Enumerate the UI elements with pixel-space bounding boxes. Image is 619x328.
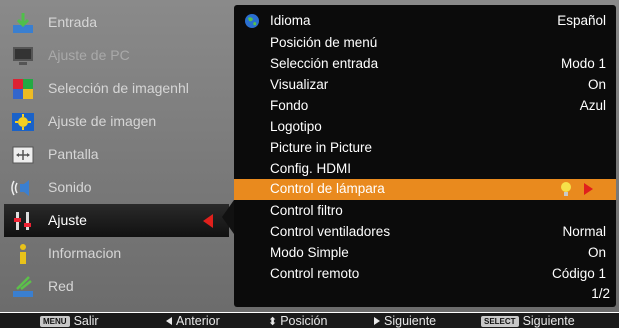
menu-row-idioma[interactable]: Idioma Español (234, 11, 616, 32)
menu-row-visualizar[interactable]: Visualizar On (234, 75, 616, 96)
row-label: Logotipo (270, 119, 322, 134)
menu-row-modo-simple[interactable]: Modo Simple On (234, 243, 616, 264)
sidebar-item-ajuste[interactable]: Ajuste (4, 204, 229, 237)
menu-row-posicion-de-menu[interactable]: Posición de menú (234, 33, 616, 54)
row-value: Código 1 (551, 266, 606, 281)
sidebar-item-seleccion-de-imagen[interactable]: Selección de imagenhl (4, 72, 229, 105)
row-value: On (587, 245, 606, 260)
row-label: Control de lámpara (270, 181, 385, 196)
row-value: Español (557, 13, 606, 28)
row-value: Azul (579, 98, 606, 113)
globe-icon (244, 13, 260, 29)
row-label: Control ventiladores (270, 224, 391, 239)
page-indicator: 1/2 (591, 286, 610, 301)
sidebar-item-ajuste-de-imagen[interactable]: Ajuste de imagen (4, 105, 229, 138)
panel-pointer (222, 200, 234, 234)
footer-menu-exit: MENU Salir (40, 314, 99, 328)
footer-select-label: Siguiente (522, 314, 575, 328)
sound-icon (10, 175, 36, 201)
footer-select: SELECT Siguiente (481, 314, 575, 328)
sidebar-item-label: Red (48, 278, 74, 294)
footer-next-label: Siguiente (384, 314, 437, 328)
row-value: Modo 1 (560, 56, 606, 71)
menu-row-config-hdmi[interactable]: Config. HDMI (234, 159, 616, 180)
image-adjust-icon (10, 109, 36, 135)
sidebar-item-label: Ajuste de imagen (48, 113, 157, 129)
footer-next: Siguiente (374, 314, 436, 328)
image-select-icon (10, 76, 36, 102)
settings-panel: Idioma Español Posición de menú Selecció… (234, 5, 616, 307)
row-label: Posición de menú (270, 35, 378, 50)
menu-row-picture-in-picture[interactable]: Picture in Picture (234, 138, 616, 159)
sidebar-item-label: Pantalla (48, 146, 99, 162)
menu-row-control-ventiladores[interactable]: Control ventiladores Normal (234, 222, 616, 243)
menu-row-seleccion-entrada[interactable]: Selección entrada Modo 1 (234, 54, 616, 75)
row-label: Control filtro (270, 203, 343, 218)
row-label: Visualizar (270, 77, 329, 92)
setting-icon (10, 208, 36, 234)
sidebar-item-red[interactable]: Red (4, 270, 229, 303)
menu-row-fondo[interactable]: Fondo Azul (234, 96, 616, 117)
footer-help-bar: MENU Salir Anterior ⬍ Posición Siguiente… (0, 313, 619, 328)
sidebar-item-label: Entrada (48, 14, 98, 30)
network-icon (10, 274, 36, 300)
row-label: Picture in Picture (270, 140, 373, 155)
menu-row-logotipo[interactable]: Logotipo (234, 117, 616, 138)
row-label: Control remoto (270, 266, 360, 281)
osd-menu: Entrada Ajuste de PC Selección de imagen… (0, 0, 619, 312)
sidebar-item-entrada[interactable]: Entrada (4, 6, 229, 39)
input-icon (10, 10, 36, 36)
menu-row-control-remoto[interactable]: Control remoto Código 1 (234, 264, 616, 285)
sidebar-item-informacion[interactable]: Informacion (4, 237, 229, 270)
sidebar-item-ajuste-de-pc[interactable]: Ajuste de PC (4, 39, 229, 72)
sidebar: Entrada Ajuste de PC Selección de imagen… (4, 4, 229, 308)
select-key-icon: SELECT (481, 315, 519, 327)
information-icon (10, 241, 36, 267)
footer-prev: Anterior (166, 314, 220, 328)
arrow-updown-icon: ⬍ (268, 315, 278, 328)
screen-icon (10, 142, 36, 168)
pc-adjust-icon (10, 43, 36, 69)
sidebar-item-sonido[interactable]: Sonido (4, 171, 229, 204)
footer-position-label: Posición (280, 314, 328, 328)
sidebar-item-label: Ajuste de PC (48, 47, 130, 63)
menu-row-control-filtro[interactable]: Control filtro (234, 201, 616, 222)
lamp-bulb-icon (559, 181, 573, 198)
sidebar-item-label: Ajuste (48, 212, 87, 228)
sidebar-item-label: Selección de imagenhl (48, 80, 189, 96)
row-value: On (587, 77, 606, 92)
row-label: Idioma (270, 13, 311, 28)
row-label: Config. HDMI (270, 161, 352, 176)
row-label: Fondo (270, 98, 309, 113)
row-label: Modo Simple (270, 245, 349, 260)
menu-key-icon: MENU (40, 315, 70, 327)
row-value: Normal (562, 224, 606, 239)
footer-position: ⬍ Posición (268, 314, 327, 328)
sidebar-item-label: Informacion (48, 245, 122, 261)
arrow-right-icon (374, 317, 380, 325)
submenu-arrow-icon (584, 183, 593, 195)
selected-arrow-icon (203, 214, 213, 228)
footer-exit-label: Salir (73, 314, 99, 328)
sidebar-item-label: Sonido (48, 179, 92, 195)
arrow-left-icon (166, 317, 172, 325)
footer-prev-label: Anterior (176, 314, 220, 328)
sidebar-item-pantalla[interactable]: Pantalla (4, 138, 229, 171)
row-label: Selección entrada (270, 56, 379, 71)
menu-row-control-de-lampara[interactable]: Control de lámpara (234, 179, 616, 200)
